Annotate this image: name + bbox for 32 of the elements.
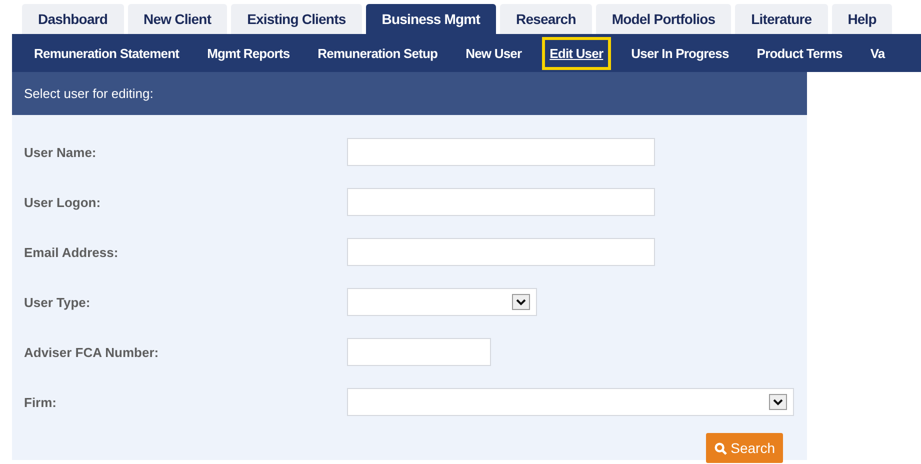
nav-tab[interactable]: Help <box>832 4 892 34</box>
nav-tab[interactable]: Dashboard <box>22 4 124 34</box>
chevron-down-icon <box>769 394 787 410</box>
input-field[interactable] <box>347 188 655 216</box>
nav-tab[interactable]: Literature <box>735 4 828 34</box>
field-label: User Logon: <box>24 194 102 210</box>
field-label: Email Address: <box>24 244 120 260</box>
input-field[interactable] <box>347 138 655 166</box>
subnav-link[interactable]: Remuneration Setup <box>304 36 452 70</box>
field-label: Adviser FCA Number: <box>24 344 160 360</box>
nav-tab[interactable]: Model Portfolios <box>596 4 732 34</box>
chevron-down-icon <box>512 294 530 310</box>
dropdown-field[interactable] <box>347 388 794 416</box>
subnav-link[interactable]: New User <box>452 36 536 70</box>
nav-tab[interactable]: Existing Clients <box>231 4 362 34</box>
input-field[interactable] <box>347 338 491 366</box>
subnav-link[interactable]: Edit User <box>542 36 612 70</box>
subnav-link[interactable]: User In Progress <box>617 36 743 70</box>
subnav-link[interactable]: Mgmt Reports <box>193 36 304 70</box>
nav-tab[interactable]: New Client <box>128 4 228 34</box>
dropdown-field[interactable] <box>347 288 537 316</box>
subnav-link[interactable]: Product Terms <box>742 36 856 70</box>
field-label: Firm: <box>24 394 58 410</box>
nav-tab[interactable]: Research <box>500 4 592 34</box>
subnav-link[interactable]: Remuneration Statement <box>20 36 194 70</box>
subnav-link[interactable]: Va <box>856 36 899 70</box>
search-icon <box>714 442 727 454</box>
nav-tab[interactable]: Business Mgmt <box>366 4 496 34</box>
panel-title: Select user for editing: <box>24 86 154 101</box>
field-label: User Type: <box>24 294 92 310</box>
input-field[interactable] <box>347 238 655 266</box>
field-label: User Name: <box>24 144 98 160</box>
